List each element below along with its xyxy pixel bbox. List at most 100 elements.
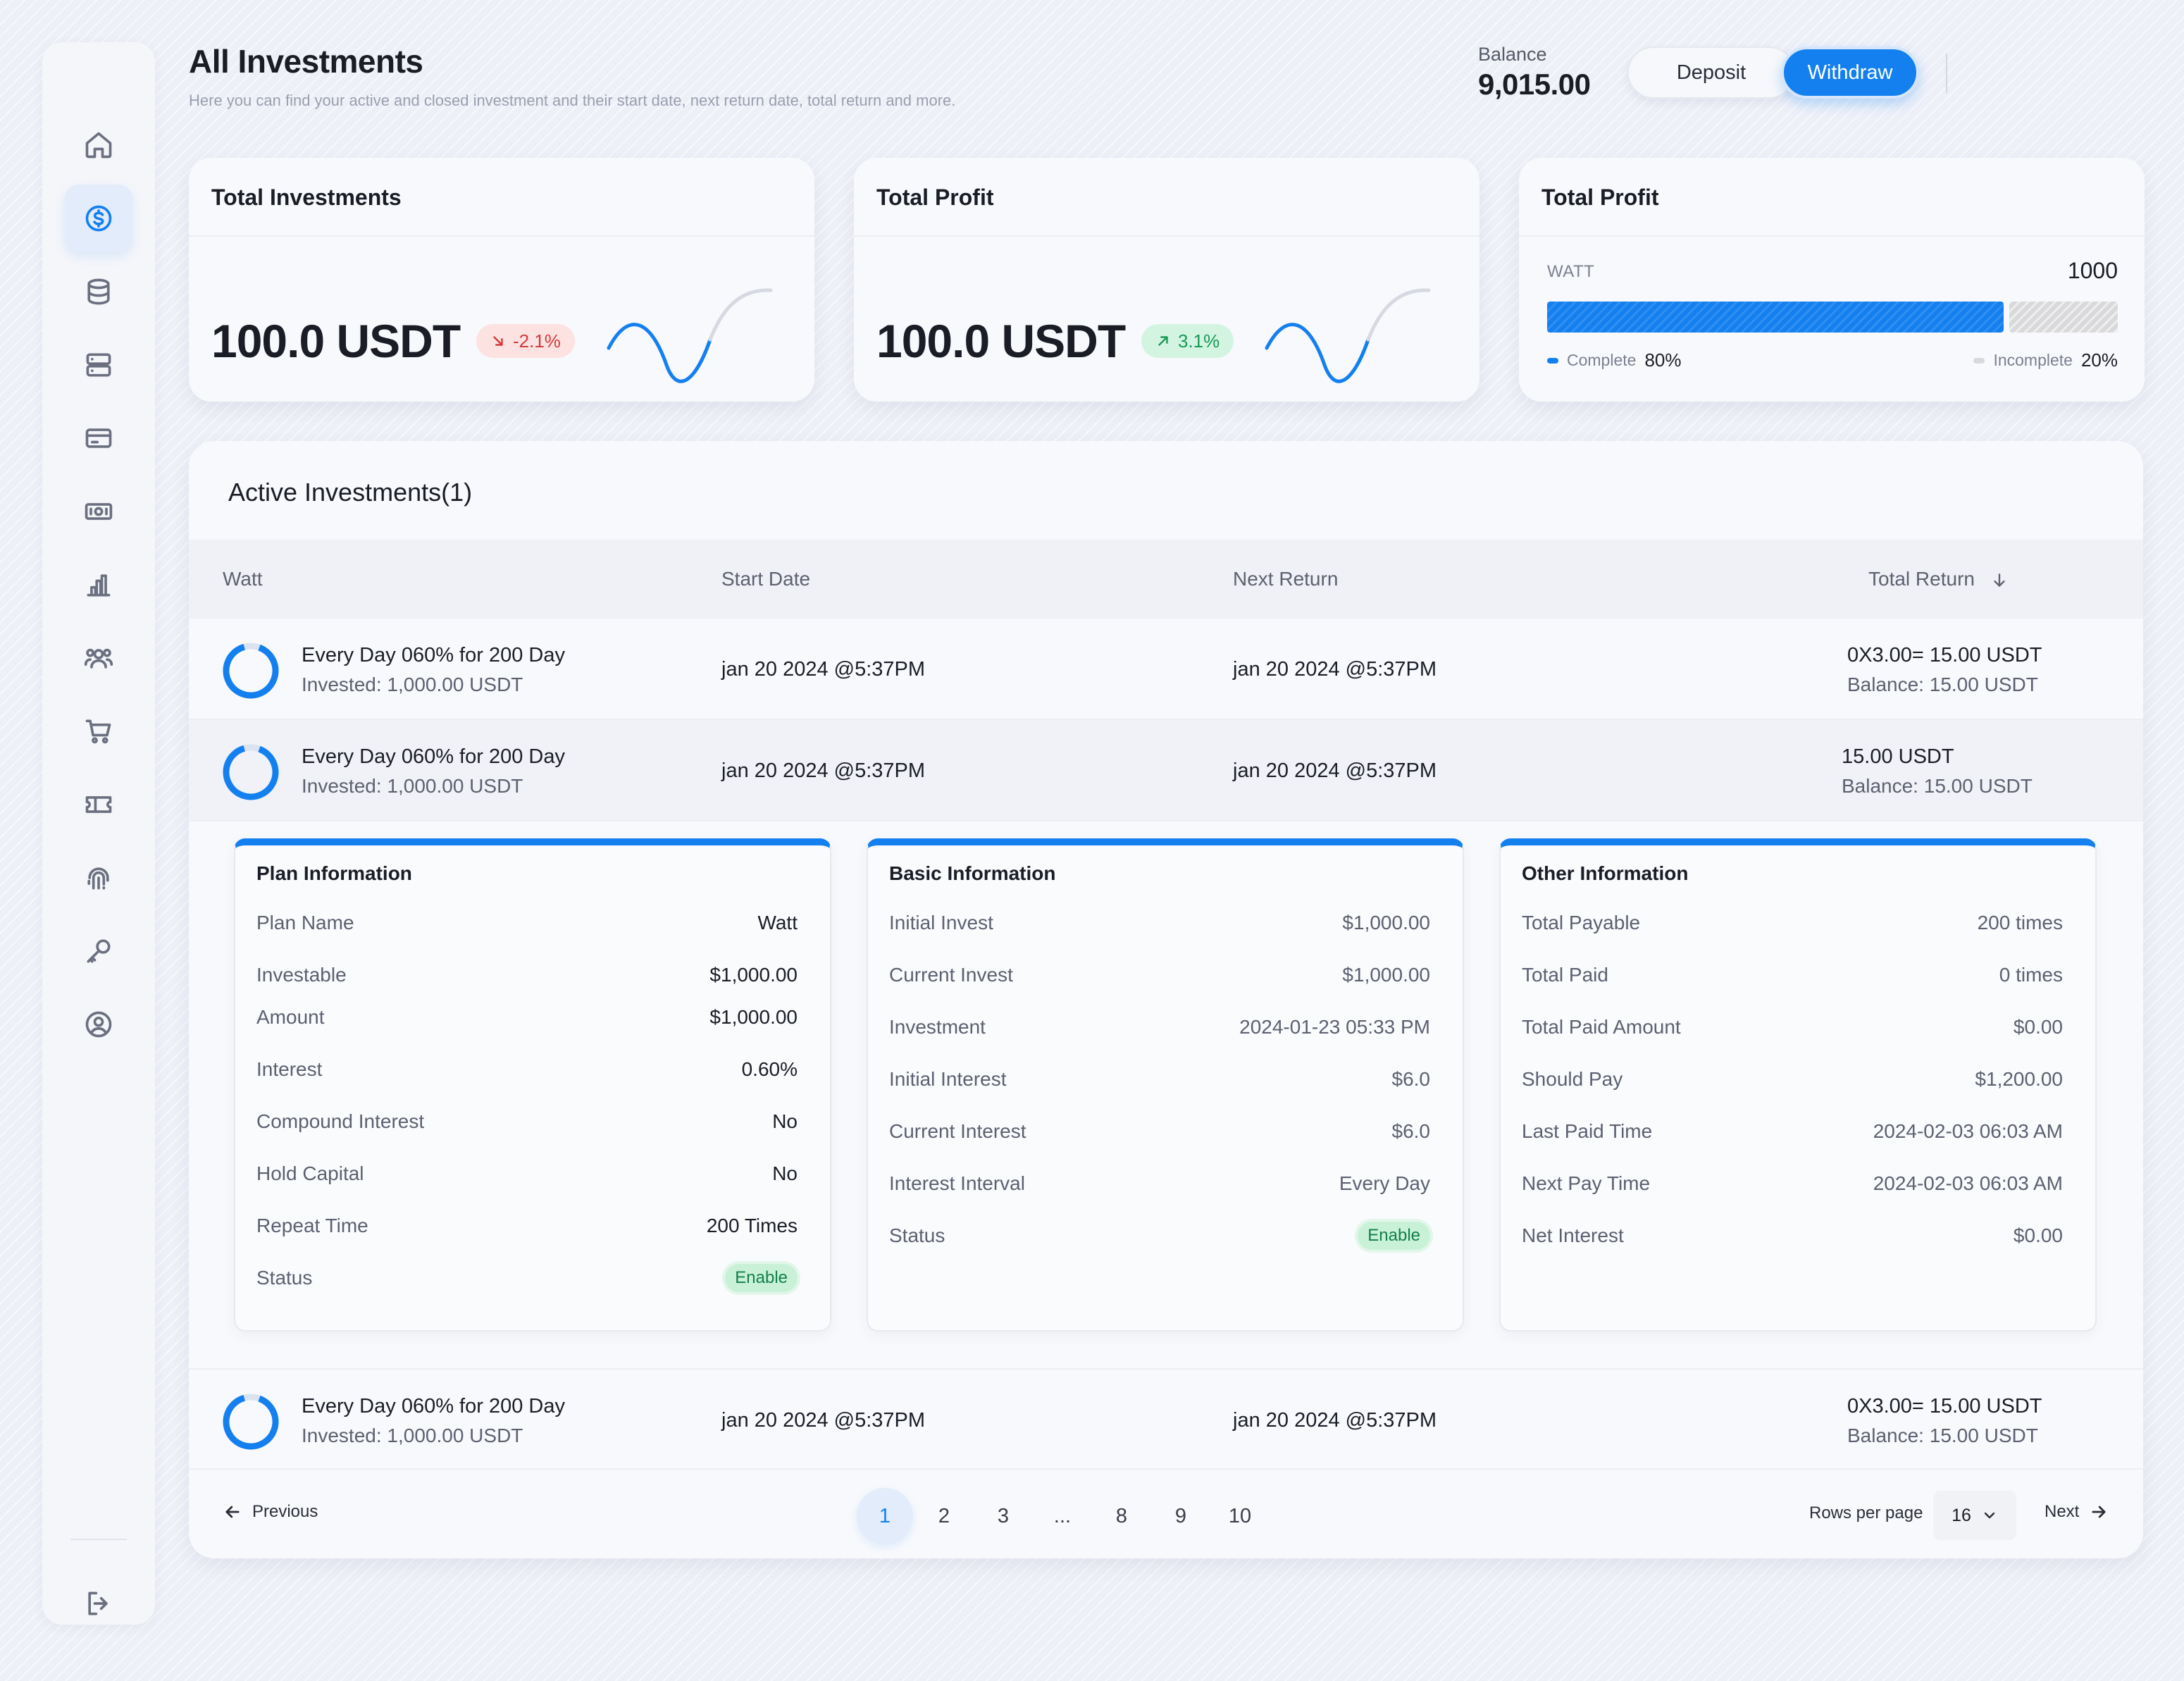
detail-key: Interest Interval xyxy=(889,1172,1025,1194)
detail-key: Total Paid Amount xyxy=(1522,1016,1681,1038)
sidebar-divider xyxy=(70,1539,127,1540)
detail-value: 200 Times xyxy=(706,1215,798,1236)
detail-key: Current Interest xyxy=(889,1120,1026,1142)
total-profit-card: Total Profit 100.0 USDT 3.1% xyxy=(854,158,1479,402)
nav-investments[interactable] xyxy=(65,185,132,252)
table-row[interactable]: Every Day 060% for 200 Day Invested: 1,0… xyxy=(189,619,2143,720)
detail-key: Last Paid Time xyxy=(1522,1120,1653,1142)
progress-bar xyxy=(1547,302,2118,333)
plan-information-card: Plan Information Plan Name Watt Investabl… xyxy=(234,838,831,1332)
card-divider xyxy=(1519,235,2145,237)
detail-key: Plan Name xyxy=(256,912,354,933)
change-badge-down: -2.1% xyxy=(476,324,575,358)
ticket-icon xyxy=(85,796,112,813)
detail-value: Watt xyxy=(757,912,798,933)
table-row-expanded[interactable]: Every Day 060% for 200 Day Invested: 1,0… xyxy=(189,720,2143,821)
logout-button[interactable] xyxy=(65,1570,132,1637)
row-next-return: jan 20 2024 @5:37PM xyxy=(1233,759,1437,782)
dollar-circle-icon xyxy=(85,205,112,232)
next-page-button[interactable]: Next xyxy=(2045,1502,2109,1522)
nav-cart[interactable] xyxy=(65,697,132,765)
card-title: Other Information xyxy=(1522,862,1689,884)
page-ellipsis: ... xyxy=(1053,1504,1072,1527)
legend-incomplete: Incomplete 20% xyxy=(1973,349,2118,371)
nav-profile[interactable] xyxy=(65,991,132,1058)
page-subtitle: Here you can find your active and closed… xyxy=(189,92,956,109)
withdraw-button[interactable]: Withdraw xyxy=(1781,46,1919,99)
card-divider xyxy=(854,235,1479,237)
row-invested: Invested: 1,000.00 USDT xyxy=(302,674,523,695)
nav-tickets[interactable] xyxy=(65,771,132,838)
detail-value: 0.60% xyxy=(741,1058,798,1080)
legend-label: Incomplete xyxy=(1993,351,2073,369)
row-balance: Balance: 15.00 USDT xyxy=(1847,674,2038,695)
page-button-8[interactable]: 8 xyxy=(1093,1488,1150,1544)
cart-icon xyxy=(85,719,111,744)
arrow-down-right-icon xyxy=(493,336,503,346)
column-total-return-label: Total Return xyxy=(1868,568,1975,590)
profit-progress-card: Total Profit WATT 1000 Complete 80% Inco… xyxy=(1519,158,2145,402)
status-badge: Enable xyxy=(1358,1222,1430,1250)
table-row[interactable]: Every Day 060% for 200 Day Invested: 1,0… xyxy=(189,1368,2143,1470)
detail-row: Should Pay $1,200.00 xyxy=(1522,1068,2063,1091)
card-value: 100.0 USDT xyxy=(876,315,1126,367)
nav-cash[interactable] xyxy=(65,478,132,545)
progress-label: WATT xyxy=(1547,262,1595,281)
detail-row: Investable $1,000.00 xyxy=(256,964,798,986)
rows-per-page-select[interactable]: 16 xyxy=(1933,1491,2016,1540)
nav-server[interactable] xyxy=(65,331,132,399)
detail-row: Interest 0.60% xyxy=(256,1058,798,1081)
detail-value: $6.0 xyxy=(1391,1068,1431,1090)
progress-ring-icon xyxy=(223,1394,279,1450)
nav-database[interactable] xyxy=(65,258,132,325)
nav-cards[interactable] xyxy=(65,404,132,472)
page-button-3[interactable]: 3 xyxy=(975,1488,1031,1544)
legend-value: 80% xyxy=(1644,349,1682,371)
deposit-button[interactable]: Deposit xyxy=(1627,46,1795,99)
nav-security[interactable] xyxy=(65,844,132,912)
nav-home[interactable] xyxy=(65,111,132,179)
row-total-return: 0X3.00= 15.00 USDT xyxy=(1847,1395,2042,1418)
card-title: Plan Information xyxy=(256,862,412,884)
panel-title: Active Investments(1) xyxy=(228,478,473,507)
nav-users[interactable] xyxy=(65,624,132,692)
row-next-return: jan 20 2024 @5:37PM xyxy=(1233,1409,1437,1432)
database-icon xyxy=(87,278,110,305)
column-total-return[interactable]: Total Return xyxy=(1868,568,2009,590)
legend-label: Complete xyxy=(1567,351,1637,369)
nav-reports[interactable] xyxy=(65,551,132,619)
detail-value: 200 times xyxy=(1977,912,2063,933)
server-icon xyxy=(86,353,111,377)
detail-key: Repeat Time xyxy=(256,1215,368,1236)
page-button-10[interactable]: 10 xyxy=(1212,1488,1268,1544)
table-header: Watt Start Date Next Return Total Return xyxy=(189,540,2143,619)
detail-row: Total Paid 0 times xyxy=(1522,964,2063,986)
detail-row: Hold Capital No xyxy=(256,1162,798,1185)
detail-value: $1,000.00 xyxy=(1342,964,1430,986)
investment-details: Plan Information Plan Name Watt Investabl… xyxy=(189,821,2143,1332)
sparkline-chart xyxy=(607,288,773,383)
detail-value: $0.00 xyxy=(2013,1224,2063,1246)
page-button-9[interactable]: 9 xyxy=(1153,1488,1209,1544)
previous-page-button[interactable]: Previous xyxy=(223,1502,318,1522)
detail-value: $1,200.00 xyxy=(1975,1068,2063,1090)
detail-key: Initial Interest xyxy=(889,1068,1007,1090)
detail-row: Compound Interest No xyxy=(256,1110,798,1133)
detail-value: $1,000.00 xyxy=(709,1006,798,1028)
detail-row: Last Paid Time 2024-02-03 06:03 AM xyxy=(1522,1120,2063,1143)
rows-per-page-value: 16 xyxy=(1952,1505,1971,1525)
logout-icon xyxy=(88,1592,108,1615)
row-start-date: jan 20 2024 @5:37PM xyxy=(721,1409,926,1432)
detail-key: Status xyxy=(889,1224,945,1246)
detail-value: 2024-02-03 06:03 AM xyxy=(1873,1172,2063,1194)
page-button-2[interactable]: 2 xyxy=(916,1488,972,1544)
detail-key: Total Paid xyxy=(1522,964,1608,986)
previous-label: Previous xyxy=(252,1502,318,1521)
chevron-down-icon xyxy=(1984,1512,1995,1519)
active-investments-panel: Active Investments(1) Watt Start Date Ne… xyxy=(189,441,2143,1558)
detail-key: Should Pay xyxy=(1522,1068,1623,1090)
nav-keys[interactable] xyxy=(65,917,132,985)
column-start-date: Start Date xyxy=(721,568,811,590)
banknote-icon xyxy=(85,503,113,520)
page-button-1[interactable]: 1 xyxy=(857,1488,913,1544)
